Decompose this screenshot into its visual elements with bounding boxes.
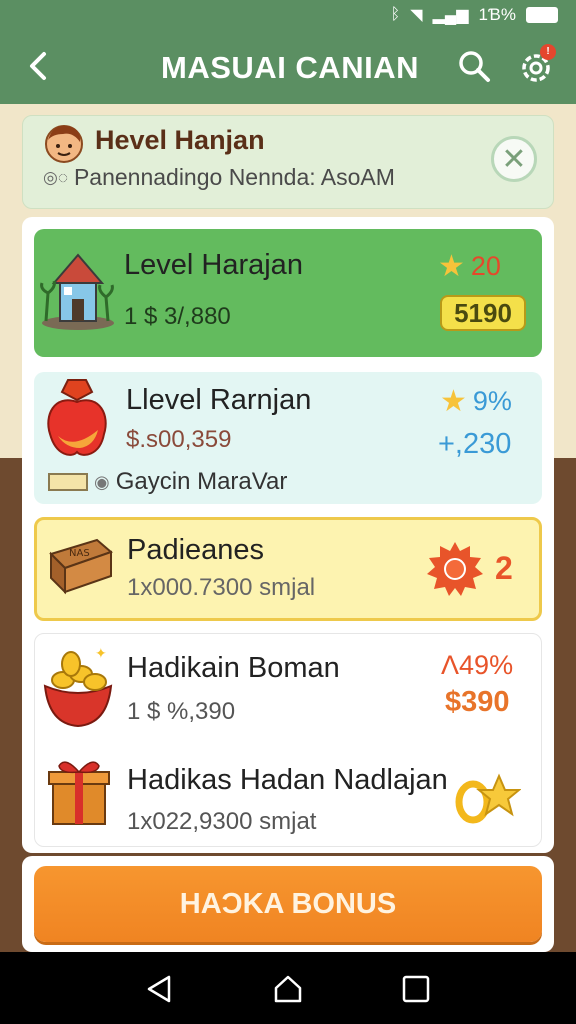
profile-name: Hevel Hanjan [95, 125, 265, 155]
coin-bowl-icon: ✦ [43, 646, 113, 728]
card-title: Padieanes [127, 534, 265, 566]
sun-badge-icon [427, 542, 483, 596]
card-title: Hadikain Boman [127, 652, 340, 684]
search-icon [459, 51, 490, 82]
reward-card-chest[interactable]: NAS Padieanes 1x000.7300 smjal 2 [34, 517, 542, 621]
card-value: 1x000.7300 smjal [127, 574, 316, 601]
reward-item-gift[interactable]: Hadikas Hadan Nadlajan 1x022,9300 smjat [35, 744, 541, 844]
footer-label: Gaycin MaraVar [115, 468, 288, 495]
close-button[interactable]: ✕ [491, 136, 537, 182]
reward-card-fruit[interactable]: Llevel Rarnjan $.s00,359 ★ 9% +,230 ◉ Ga… [34, 372, 542, 504]
reward-item-coins[interactable]: ✦ Hadikain Boman 1 $ %,390 Ʌ49% $390 [35, 634, 541, 740]
avatar-icon [45, 125, 83, 163]
ticket-icon [48, 473, 88, 491]
bluetooth-icon: ᛒ [390, 6, 401, 23]
close-icon: ✕ [501, 142, 527, 176]
search-button[interactable] [456, 48, 492, 84]
status-bar: ᛒ ◥ ▂▄▆ 1Ɓ% [0, 0, 576, 30]
svg-text:✦: ✦ [95, 646, 107, 662]
battery-icon [526, 7, 558, 23]
app-bar: MASUAI CANIAN ! [0, 30, 576, 104]
system-nav-bar [0, 952, 576, 1024]
rewards-panel: Level Harajan 1 $ 3/,880 ★ 20 5190 Lleve… [22, 217, 554, 853]
card-value: 1 $ 3/,880 [124, 303, 231, 330]
card-value: 1 $ %,390 [127, 698, 236, 725]
house-icon [40, 253, 114, 330]
star-rating: ★ 9% [440, 385, 512, 418]
coin-icon: ◉ [94, 471, 110, 492]
link-icon: ◎◌ [43, 167, 68, 187]
page-title: MASUAI CANIAN [161, 50, 419, 85]
footer-row: ◉ Gaycin MaraVar [48, 468, 287, 496]
percent-change: Ʌ49% [441, 650, 514, 680]
star-rating: ★ 20 [438, 250, 501, 283]
settings-button[interactable]: ! [516, 44, 556, 86]
star-coin-icon [455, 773, 521, 824]
card-title: Llevel Rarnjan [126, 384, 312, 416]
nav-back-button[interactable] [145, 974, 175, 1004]
status-text: 1Ɓ% [478, 5, 516, 24]
card-title: Hadikas Hadan Nadlajan [127, 764, 448, 796]
card-title: Level Harajan [124, 249, 303, 281]
profile-subtitle-row: ◎◌ Panennadingo Nennda: AsoAM [43, 164, 395, 191]
reward-card-group: ✦ Hadikain Boman 1 $ %,390 Ʌ49% $390 Had… [34, 633, 542, 847]
back-button[interactable] [22, 46, 58, 86]
apple-icon [47, 379, 107, 456]
wifi-icon: ◥ [410, 7, 423, 24]
signal-icon: ▂▄▆ [432, 7, 469, 24]
star-icon: ★ [440, 385, 467, 418]
reward-card-level[interactable]: Level Harajan 1 $ 3/,880 ★ 20 5190 [34, 229, 542, 357]
chest-icon: NAS [49, 538, 113, 595]
bonus-button[interactable]: HAƆKA BONUS [34, 866, 542, 942]
bonus-value: +,230 [438, 428, 512, 460]
card-value: 1x022,9300 smjat [127, 808, 317, 835]
profile-subtitle: Panennadingo Nennda: AsoAM [73, 164, 395, 190]
score-badge: 5190 [440, 295, 526, 331]
card-value: $.s00,359 [126, 426, 232, 453]
star-icon: ★ [438, 250, 465, 283]
count-badge: 2 [495, 550, 513, 586]
amount-value: $390 [445, 686, 510, 718]
nav-home-button[interactable] [273, 974, 303, 1004]
nav-recents-button[interactable] [401, 974, 431, 1004]
chest-label: NAS [69, 548, 90, 559]
chevron-left-icon [30, 52, 46, 80]
notification-badge: ! [540, 44, 556, 60]
profile-banner: Hevel Hanjan ◎◌ Panennadingo Nennda: Aso… [22, 115, 554, 209]
gift-icon [48, 761, 110, 825]
